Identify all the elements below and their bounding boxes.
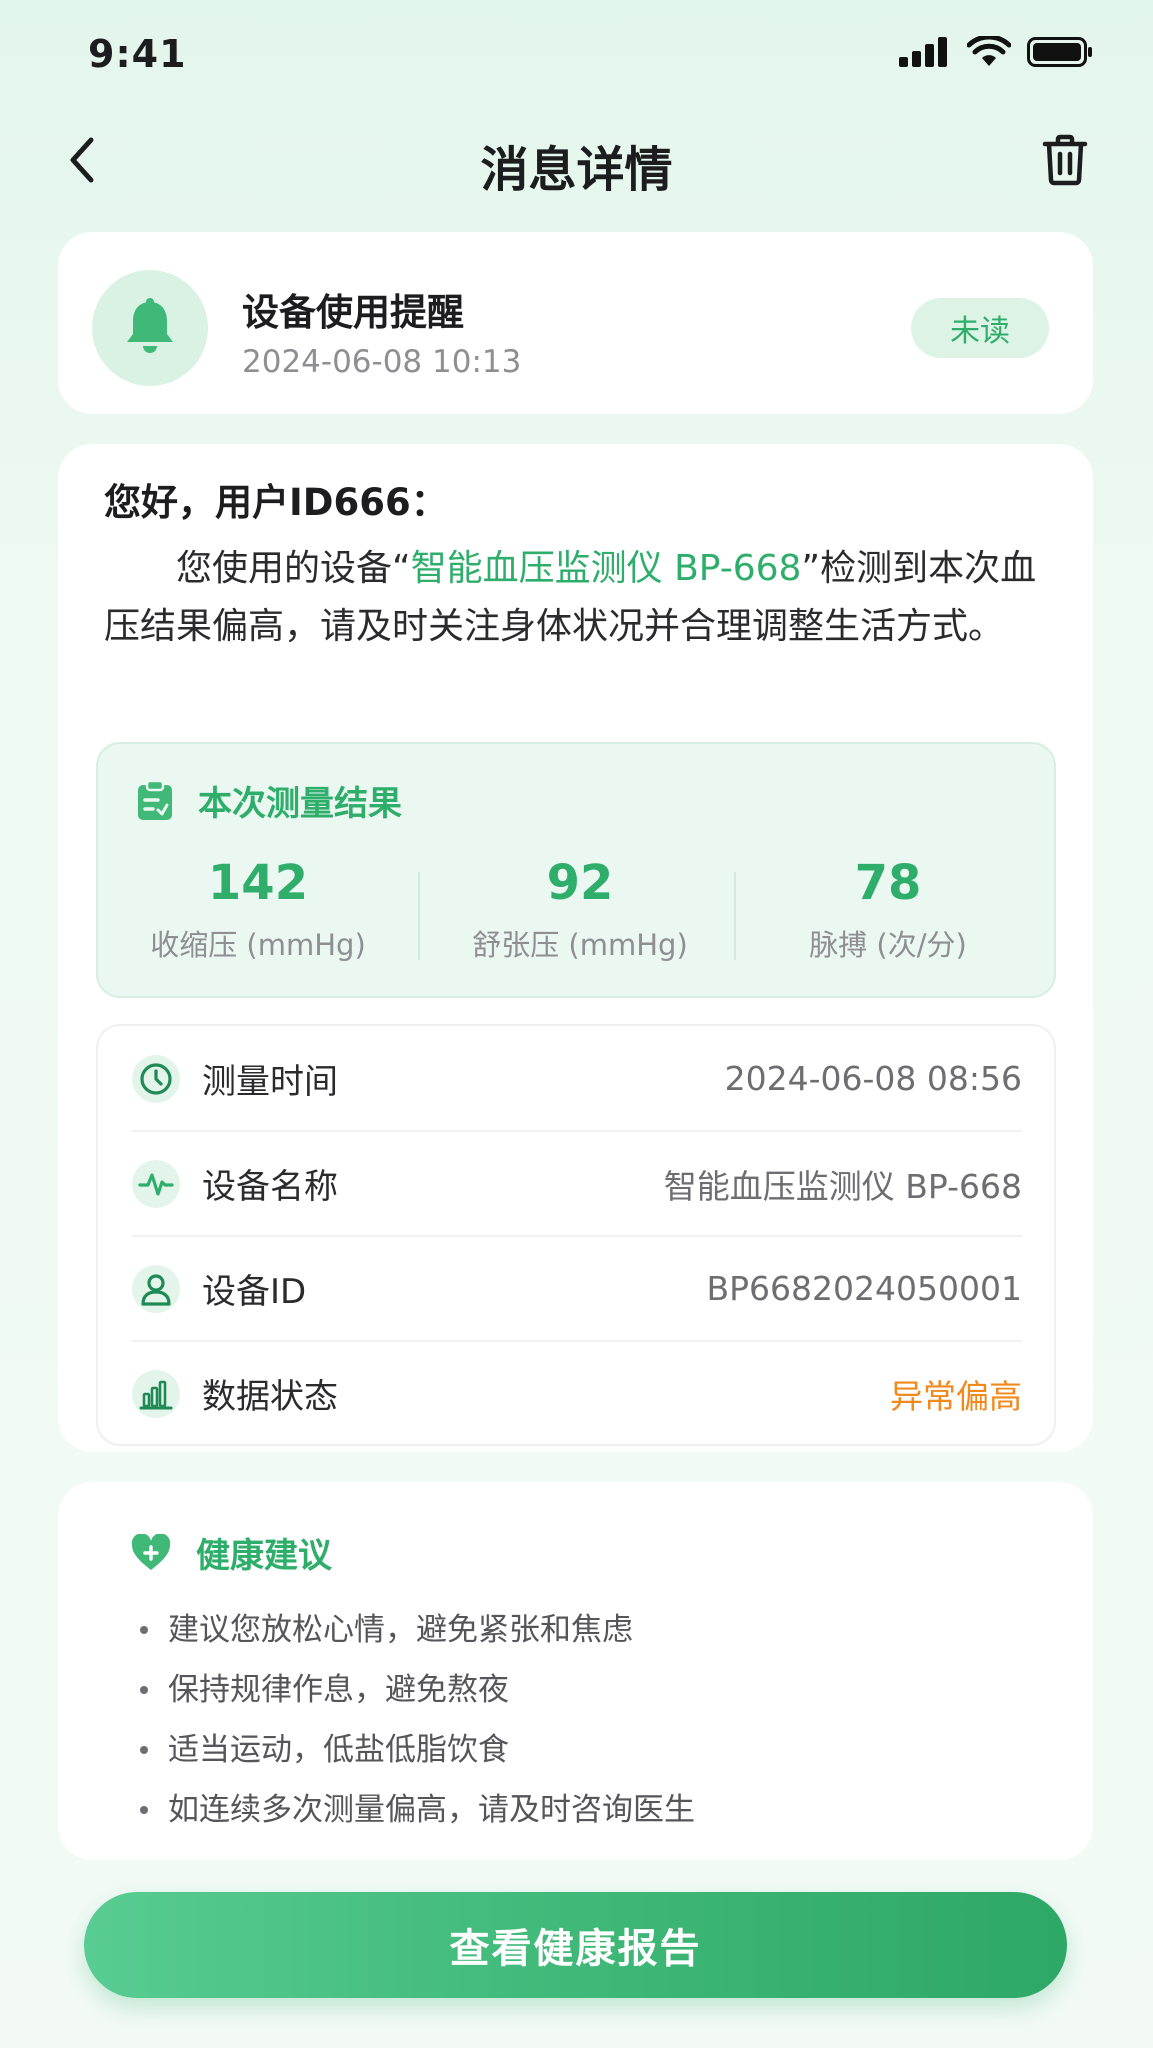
message-body-card: 您好，用户ID666： 您使用的设备“智能血压监测仪 BP-668”检测到本次血… [58,444,1093,1452]
unread-badge: 未读 [911,298,1049,358]
heart-plus-icon [131,1533,171,1570]
bullet [140,1686,148,1694]
info-label: 数据状态 [202,1377,338,1417]
advice-text: 适当运动，低盐低脂饮食 [168,1732,509,1768]
message-body: 您使用的设备“智能血压监测仪 BP-668”检测到本次血压结果偏高，请及时关注身… [104,540,1054,656]
pulse-metric: 78 脉搏 (次/分) [758,854,1018,964]
message-detail-screen: 9:41 消息详情 设备使用提醒 2024-06-08 10:13 未读 您好，… [0,0,1153,2048]
measurement-info-box: 测量时间 2024-06-08 08:56 设备名称 智能血压监测仪 BP-66… [96,1024,1056,1446]
signal-icon [899,37,947,67]
info-row-device-name: 设备名称 智能血压监测仪 BP-668 [132,1131,1022,1236]
pulse-value: 78 [854,855,922,911]
info-row-device-id: 设备ID BP6682024050001 [132,1236,1022,1341]
list-item: 适当运动，低盐低脂饮食 [140,1720,695,1780]
status-icons [899,36,1093,68]
metric-divider [418,872,420,960]
info-label: 测量时间 [202,1062,338,1102]
result-header: 本次测量结果 [136,776,402,825]
list-item: 建议您放松心情，避免紧张和焦虑 [140,1600,695,1660]
user-icon [132,1264,180,1313]
bell-avatar [92,270,208,386]
wifi-icon [967,36,1011,66]
nav-bar: 消息详情 [0,110,1153,210]
message-header-card: 设备使用提醒 2024-06-08 10:13 未读 [58,232,1093,414]
info-value: BP6682024050001 [706,1269,1022,1308]
info-value: 智能血压监测仪 BP-668 [663,1166,1022,1206]
message-title: 设备使用提醒 [242,291,464,334]
body-text-before: 您使用的设备“ [176,548,411,589]
advice-text: 如连续多次测量偏高，请及时咨询医生 [168,1792,695,1828]
battery-icon [1027,37,1092,67]
systolic-metric: 142 收缩压 (mmHg) [128,854,388,964]
diastolic-value: 92 [546,855,614,911]
diastolic-metric: 92 舒张压 (mmHg) [450,854,710,964]
health-advice-card: 健康建议 建议您放松心情，避免紧张和焦虑 保持规律作息，避免熬夜 适当运动，低盐… [58,1482,1093,1860]
bell-icon [127,298,173,353]
result-title: 本次测量结果 [198,784,402,824]
info-label: 设备名称 [202,1167,338,1207]
pulse-label: 脉搏 (次/分) [809,928,967,962]
advice-header: 健康建议 [130,1528,332,1577]
view-health-report-button[interactable]: 查看健康报告 [84,1892,1067,1998]
greeting: 您好，用户ID666： [104,481,448,524]
clock-icon [132,1054,180,1103]
trash-icon [1042,134,1088,186]
bullet [140,1626,148,1634]
bullet [140,1806,148,1814]
bullet [140,1746,148,1754]
measurement-result-box: 本次测量结果 142 收缩压 (mmHg) 92 舒张压 (mmHg) 78 脉… [96,742,1056,998]
bar-chart-icon [132,1369,180,1418]
pulse-icon [132,1159,180,1208]
systolic-value: 142 [207,855,309,911]
advice-title: 健康建议 [196,1536,332,1576]
advice-list: 建议您放松心情，避免紧张和焦虑 保持规律作息，避免熬夜 适当运动，低盐低脂饮食 … [140,1600,695,1840]
status-bar: 9:41 [0,0,1153,110]
info-label: 设备ID [202,1272,307,1312]
advice-text: 建议您放松心情，避免紧张和焦虑 [168,1612,633,1648]
delete-button[interactable] [1035,130,1095,190]
clipboard-icon [138,779,172,820]
page-title: 消息详情 [480,142,673,198]
info-value: 2024-06-08 08:56 [724,1059,1022,1098]
status-time: 9:41 [88,32,187,76]
status-value: 异常偏高 [890,1376,1022,1416]
message-date: 2024-06-08 10:13 [242,344,522,380]
list-item: 保持规律作息，避免熬夜 [140,1660,695,1720]
diastolic-label: 舒张压 (mmHg) [472,928,688,962]
info-row-measure-time: 测量时间 2024-06-08 08:56 [132,1026,1022,1131]
metric-divider [734,872,736,960]
systolic-label: 收缩压 (mmHg) [150,928,366,962]
advice-text: 保持规律作息，避免熬夜 [168,1672,509,1708]
device-highlight: 智能血压监测仪 BP-668 [410,548,802,589]
list-item: 如连续多次测量偏高，请及时咨询医生 [140,1780,695,1840]
info-row-data-status: 数据状态 异常偏高 [132,1341,1022,1446]
